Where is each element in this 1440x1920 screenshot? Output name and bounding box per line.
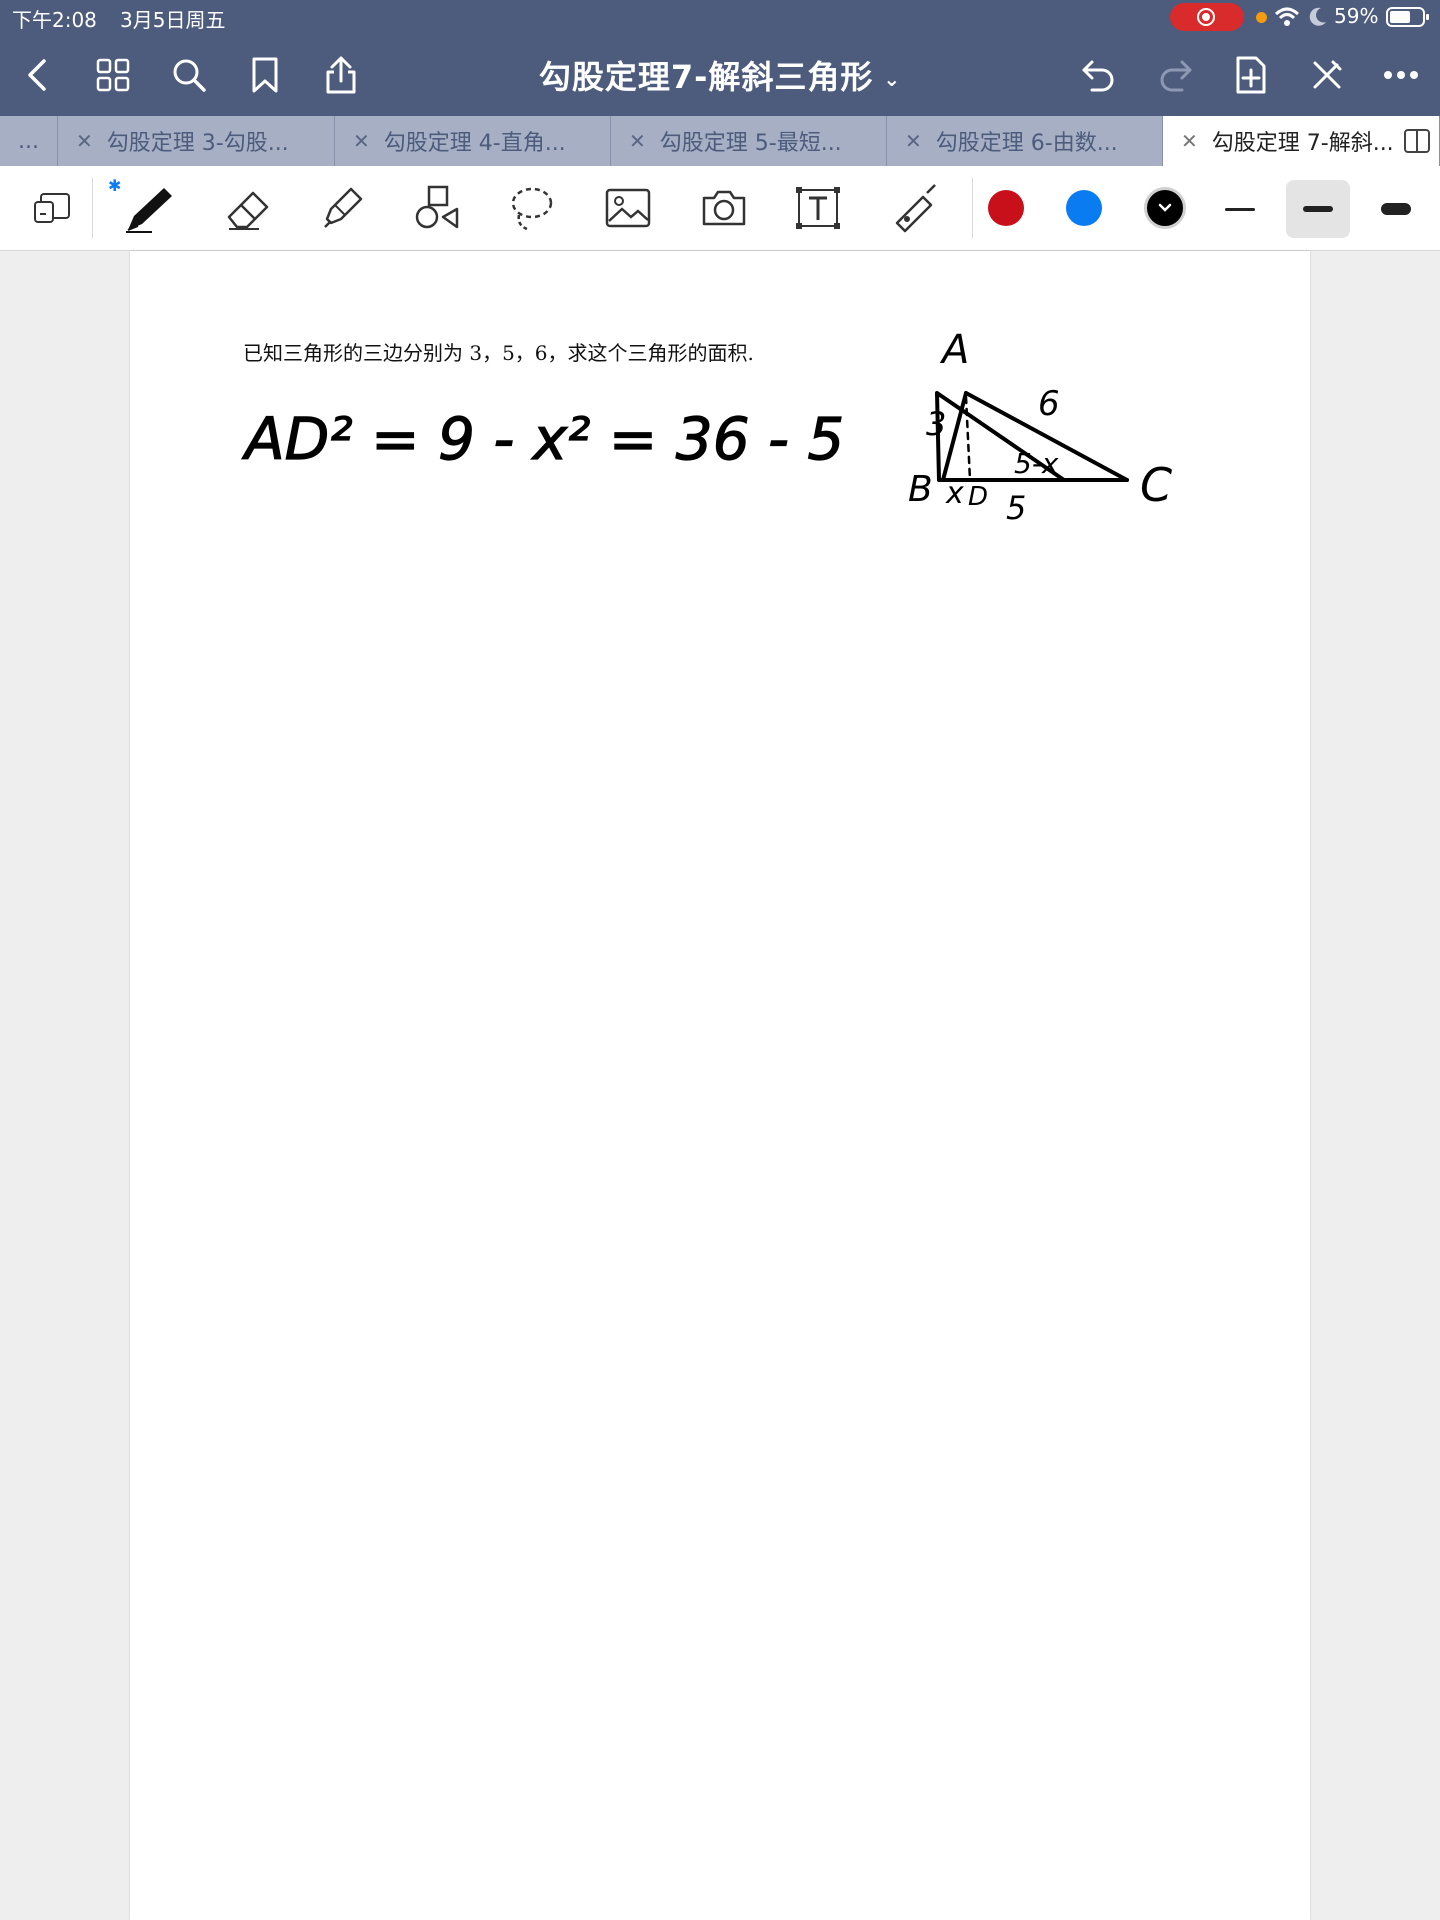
- read-only-mode-button[interactable]: [24, 182, 80, 234]
- altitude-ad: [964, 395, 972, 482]
- battery-icon: [1386, 7, 1429, 27]
- close-icon[interactable]: ✕: [1181, 129, 1198, 153]
- close-icon[interactable]: ✕: [76, 129, 93, 153]
- status-date: 3月5日周五: [120, 8, 226, 32]
- bluetooth-icon: ✱: [108, 176, 122, 195]
- redo-icon: [1160, 60, 1192, 92]
- more-button[interactable]: [1380, 54, 1422, 96]
- disable-pen-button[interactable]: [1306, 54, 1348, 96]
- eraser-icon: [227, 191, 269, 230]
- tab-bar: ... ✕ 勾股定理 3-勾股... ✕ 勾股定理 4-直角... ✕ 勾股定理…: [0, 116, 1440, 166]
- eraser-tool[interactable]: [220, 182, 276, 234]
- pen-tool[interactable]: [122, 182, 178, 234]
- screen-recording-indicator[interactable]: [1170, 3, 1244, 31]
- triangle-labels: A B C 3 6 5 x D 5-x: [908, 327, 1172, 527]
- status-bar: 下午2:08 3月5日周五 59%: [0, 0, 1440, 34]
- stroke-width-medium-selected[interactable]: [1286, 180, 1350, 238]
- undo-button[interactable]: [1078, 54, 1120, 96]
- color-red-swatch[interactable]: [988, 190, 1024, 226]
- undo-icon: [1082, 60, 1114, 92]
- chevron-down-icon: [1158, 203, 1172, 212]
- handwritten-equation: AD² = 9 - x² = 36 - 5: [241, 405, 844, 473]
- camera-tool[interactable]: [696, 182, 752, 234]
- read-only-icon: [34, 193, 70, 223]
- side-bc-label: 5: [1006, 489, 1026, 527]
- highlighter-icon: [324, 187, 363, 228]
- shapes-tool[interactable]: [408, 182, 464, 234]
- tab-pythagoras-7[interactable]: ✕ 勾股定理 7-解斜...: [1163, 116, 1440, 166]
- close-icon[interactable]: ✕: [905, 129, 922, 153]
- segment-bd-label: x: [945, 476, 964, 511]
- color-blue-swatch[interactable]: [1066, 190, 1102, 226]
- drawing-toolbar: ✱: [0, 166, 1440, 251]
- tab-label: 勾股定理 7-解斜...: [1211, 131, 1394, 156]
- tab-pythagoras-6[interactable]: ✕ 勾股定理 6-由数...: [887, 116, 1163, 166]
- side-ab-label: 3: [926, 405, 946, 443]
- vertex-b-label: B: [908, 469, 933, 510]
- pen-off-icon: [1313, 60, 1342, 89]
- color-black-swatch-selected[interactable]: [1144, 187, 1186, 229]
- tab-label: 勾股定理 4-直角...: [383, 131, 566, 156]
- vertex-c-label: C: [1140, 458, 1172, 512]
- tab-label: 勾股定理 6-由数...: [935, 131, 1118, 156]
- stroke-width-thick[interactable]: [1364, 180, 1428, 238]
- image-tool[interactable]: [600, 182, 656, 234]
- shapes-icon: [415, 185, 459, 229]
- handwriting-canvas[interactable]: AD² = 9 - x² = 36 - 5 A B C 3 6 5 x D 5-…: [130, 251, 1310, 751]
- fountain-pen-icon: [126, 188, 172, 233]
- thin-line-icon: [1225, 207, 1255, 211]
- add-page-icon: [1236, 56, 1266, 94]
- redo-button[interactable]: [1154, 54, 1196, 96]
- split-view-icon[interactable]: [1403, 128, 1431, 154]
- tab-pythagoras-4[interactable]: ✕ 勾股定理 4-直角...: [335, 116, 611, 166]
- text-box-icon: [796, 187, 840, 229]
- vertex-a-label: A: [939, 327, 969, 373]
- battery-percentage: 59%: [1334, 4, 1379, 28]
- record-icon: [1197, 8, 1215, 26]
- tab-pythagoras-3[interactable]: ✕ 勾股定理 3-勾股...: [58, 116, 335, 166]
- wifi-icon: [1274, 7, 1300, 26]
- thick-line-icon: [1381, 203, 1411, 215]
- text-tool[interactable]: [790, 182, 846, 234]
- mic-in-use-dot: [1256, 12, 1267, 23]
- navigation-bar: 勾股定理7-解斜三角形 ⌄: [0, 34, 1440, 116]
- tab-pythagoras-5[interactable]: ✕ 勾股定理 5-最短...: [611, 116, 887, 166]
- document-page[interactable]: 已知三角形的三边分别为 3，5，6，求这个三角形的面积. AD² = 9 - x…: [130, 251, 1310, 1920]
- highlighter-tool[interactable]: [314, 182, 370, 234]
- image-icon: [605, 188, 651, 228]
- lasso-tool[interactable]: [504, 182, 560, 234]
- laser-pointer-icon: [895, 184, 936, 233]
- camera-icon: [702, 190, 746, 226]
- segment-dc-label: 5-x: [1014, 447, 1059, 480]
- tab-label: 勾股定理 5-最短...: [659, 131, 842, 156]
- foot-d-label: D: [968, 482, 988, 512]
- document-title-menu[interactable]: 勾股定理7-解斜三角形 ⌄: [0, 52, 1440, 98]
- document-title: 勾股定理7-解斜三角形: [538, 58, 874, 96]
- close-icon[interactable]: ✕: [629, 129, 646, 153]
- tab-label: ...: [18, 128, 39, 154]
- tab-overflow[interactable]: ...: [0, 116, 58, 166]
- moon-icon: [1309, 7, 1326, 26]
- chevron-down-icon: ⌄: [883, 67, 902, 91]
- side-ac-label: 6: [1038, 384, 1060, 424]
- tab-label: 勾股定理 3-勾股...: [106, 131, 289, 156]
- medium-line-icon: [1303, 206, 1333, 212]
- laser-pointer-tool[interactable]: [886, 182, 942, 234]
- lasso-icon: [511, 187, 553, 231]
- more-icon: [1384, 71, 1418, 79]
- stroke-width-thin[interactable]: [1208, 180, 1272, 238]
- add-page-button[interactable]: [1230, 54, 1272, 96]
- status-time: 下午2:08: [12, 8, 97, 32]
- close-icon[interactable]: ✕: [353, 129, 370, 153]
